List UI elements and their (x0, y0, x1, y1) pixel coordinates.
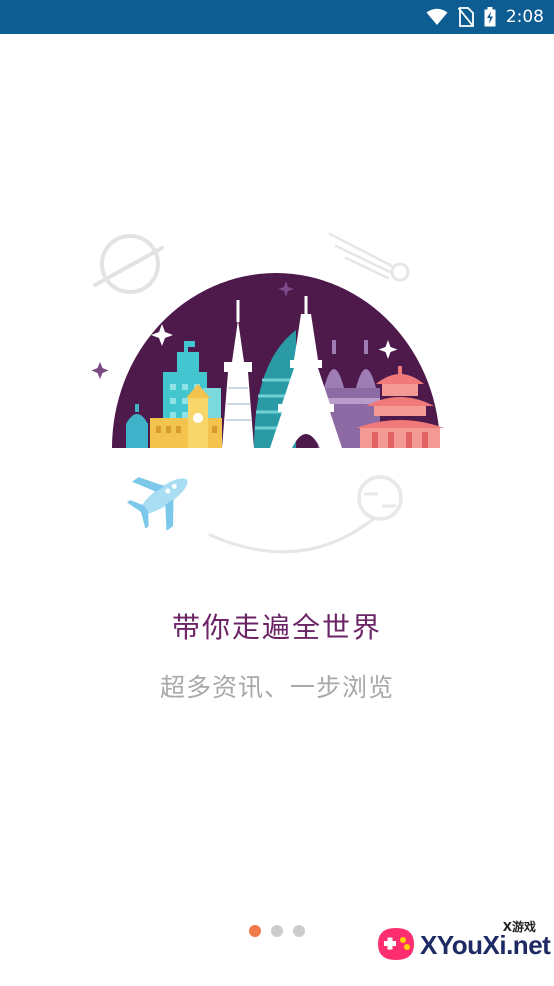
meteor-icon (328, 232, 410, 282)
orbit-line (208, 518, 374, 554)
onboarding-subline: 超多资讯、一步浏览 (159, 673, 394, 702)
star-left-icon (91, 362, 109, 379)
page-dot-3[interactable] (293, 925, 305, 937)
watermark-main-text: XYouXi.net (420, 930, 551, 960)
small-planet-icon (357, 475, 403, 521)
planet-icon (93, 234, 164, 294)
watermark: X游戏 XYouXi.net (374, 918, 551, 974)
onboarding-headline: 带你走遍全世界 (171, 611, 382, 644)
travel-illustration (91, 232, 444, 554)
gamepad-logo-icon (378, 928, 414, 960)
page-dot-2[interactable] (271, 925, 283, 937)
page-dot-1[interactable] (249, 925, 261, 937)
airplane-icon (126, 477, 188, 531)
